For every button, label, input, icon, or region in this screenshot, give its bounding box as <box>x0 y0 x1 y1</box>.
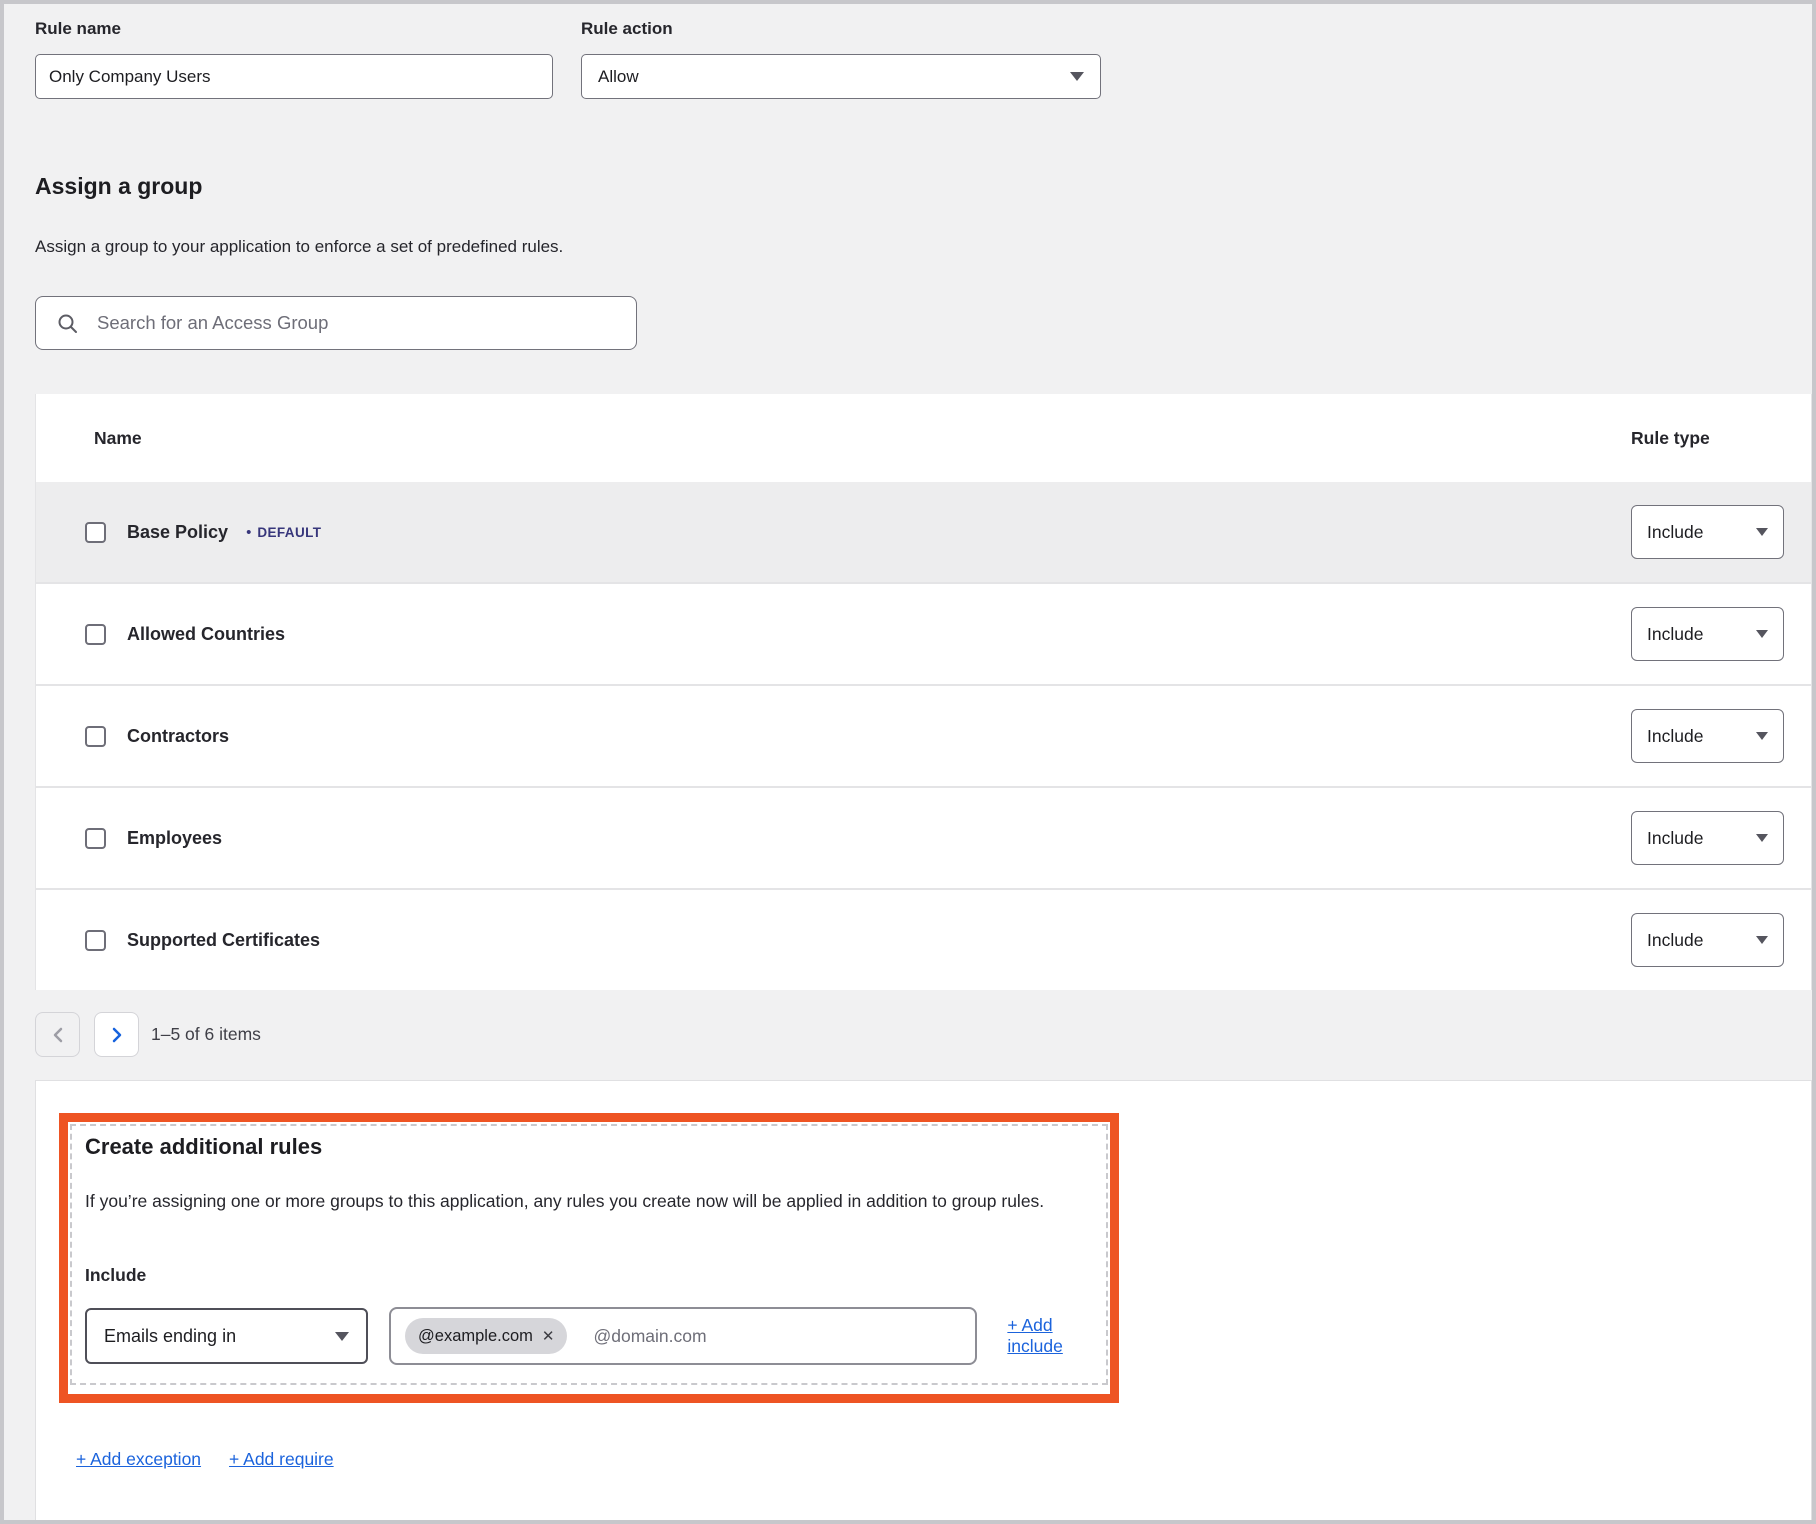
badge-label: DEFAULT <box>257 525 321 540</box>
chevron-down-icon <box>1070 72 1084 81</box>
policy-rule-page: Rule name Rule action Allow Assign a gro… <box>0 0 1816 1524</box>
search-icon <box>57 313 78 334</box>
default-badge: • DEFAULT <box>246 525 321 540</box>
row-checkbox[interactable] <box>85 930 106 951</box>
rule-name-label: Rule name <box>35 19 553 39</box>
additional-rules-heading: Create additional rules <box>85 1135 1110 1159</box>
condition-value: Emails ending in <box>104 1326 236 1347</box>
chevron-down-icon <box>1756 936 1768 944</box>
chevron-down-icon <box>1756 732 1768 740</box>
condition-select[interactable]: Emails ending in <box>85 1308 368 1364</box>
group-name: Allowed Countries <box>127 624 285 645</box>
group-name: Supported Certificates <box>127 930 320 951</box>
column-header-rule-type: Rule type <box>1631 428 1811 449</box>
pagination-label: 1–5 of 6 items <box>151 1024 261 1045</box>
rule-action-select[interactable]: Allow <box>581 54 1101 99</box>
rule-form: Rule name Rule action Allow <box>35 15 1812 99</box>
chevron-down-icon <box>1756 528 1768 536</box>
rule-action-label: Rule action <box>581 19 1101 39</box>
chevron-left-icon <box>52 1026 64 1044</box>
highlight-annotation-box: Create additional rules If you’re assign… <box>59 1113 1119 1403</box>
add-require-link[interactable]: + Add require <box>229 1449 334 1470</box>
table-row: Allowed Countries Include <box>36 582 1811 684</box>
table-header: Name Rule type <box>36 394 1811 482</box>
row-checkbox[interactable] <box>85 522 106 543</box>
group-name: Base Policy <box>127 522 228 543</box>
include-rule-row: Emails ending in @example.com ✕ @domain.… <box>85 1307 1110 1365</box>
remove-chip-icon[interactable]: ✕ <box>542 1329 555 1344</box>
additional-rules-card: Create additional rules If you’re assign… <box>35 1080 1812 1521</box>
rule-action-value: Allow <box>598 67 639 87</box>
group-name: Contractors <box>127 726 229 747</box>
rule-type-select[interactable]: Include <box>1631 709 1784 763</box>
rule-type-select[interactable]: Include <box>1631 505 1784 559</box>
badge-bullet: • <box>246 525 251 540</box>
add-include-link[interactable]: + Add include <box>1007 1315 1110 1357</box>
add-exception-link[interactable]: + Add exception <box>76 1449 201 1470</box>
additional-rules-description: If you’re assigning one or more groups t… <box>85 1190 1110 1212</box>
chevron-right-icon <box>111 1026 123 1044</box>
email-chip: @example.com ✕ <box>405 1318 567 1354</box>
access-group-search[interactable] <box>35 296 637 350</box>
table-row: Employees Include <box>36 786 1811 888</box>
table-row: Base Policy • DEFAULT Include <box>36 482 1811 582</box>
chevron-down-icon <box>1756 630 1768 638</box>
search-input[interactable] <box>97 312 617 334</box>
access-groups-table: Name Rule type Base Policy • DEFAULT Inc… <box>35 394 1812 990</box>
table-row: Supported Certificates Include <box>36 888 1811 990</box>
rule-name-input[interactable] <box>35 54 553 99</box>
row-checkbox[interactable] <box>85 726 106 747</box>
include-label: Include <box>85 1265 1110 1286</box>
previous-page-button[interactable] <box>35 1012 80 1057</box>
group-name: Employees <box>127 828 222 849</box>
pagination: 1–5 of 6 items <box>35 1012 1812 1057</box>
column-header-name: Name <box>36 428 1631 449</box>
table-row: Contractors Include <box>36 684 1811 786</box>
chevron-down-icon <box>1756 834 1768 842</box>
assign-group-description: Assign a group to your application to en… <box>35 237 1812 257</box>
rule-type-select[interactable]: Include <box>1631 607 1784 661</box>
email-domains-input[interactable]: @example.com ✕ @domain.com <box>389 1307 977 1365</box>
next-page-button[interactable] <box>94 1012 139 1057</box>
email-chip-value: @example.com <box>418 1327 533 1346</box>
rule-footer-links: + Add exception + Add require <box>76 1449 1811 1470</box>
rule-type-select[interactable]: Include <box>1631 913 1784 967</box>
row-checkbox[interactable] <box>85 828 106 849</box>
assign-group-heading: Assign a group <box>35 173 1812 199</box>
rule-type-select[interactable]: Include <box>1631 811 1784 865</box>
email-input-placeholder: @domain.com <box>593 1326 706 1347</box>
row-checkbox[interactable] <box>85 624 106 645</box>
chevron-down-icon <box>335 1332 349 1341</box>
